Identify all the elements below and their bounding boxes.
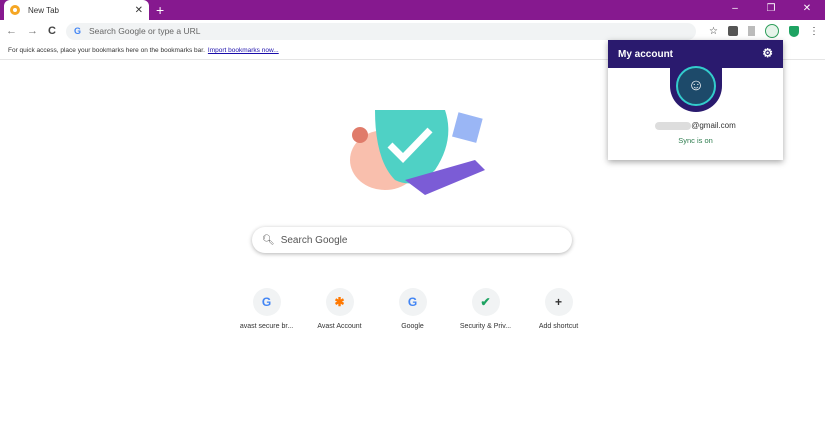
shortcut-label: Google	[401, 323, 424, 330]
bookmarks-hint: For quick access, place your bookmarks h…	[8, 47, 205, 54]
shortcut-security-privacy[interactable]: ✔ Security & Priv...	[449, 288, 522, 330]
search-placeholder: Search Google	[280, 234, 348, 246]
extension-shield-icon[interactable]	[728, 26, 738, 36]
avast-icon: ✱	[325, 288, 354, 316]
account-icon[interactable]	[765, 24, 779, 38]
user-icon: ☺	[676, 66, 716, 106]
google-icon: G	[252, 288, 281, 316]
google-icon: G	[73, 26, 81, 36]
reload-button[interactable]: C	[48, 25, 56, 37]
tab-close-button[interactable]: ✕	[135, 5, 143, 16]
hero-illustration	[350, 110, 485, 195]
close-window-button[interactable]: ✕	[789, 0, 825, 18]
shortcut-google[interactable]: G Google	[376, 288, 449, 330]
account-popup: My account ⚙ ☺ @gmail.com Sync is on	[608, 40, 783, 160]
shortcut-label: Avast Account	[317, 323, 362, 330]
email-suffix: @gmail.com	[691, 121, 736, 130]
redacted-username	[655, 121, 692, 130]
bookmark-star-icon[interactable]: ☆	[709, 26, 718, 37]
shortcut-label: Add shortcut	[538, 323, 579, 330]
toolbar: ← → C G Search Google or type a URL ☆ ⋮	[0, 20, 825, 42]
minimize-button[interactable]: –	[717, 0, 753, 18]
forward-button[interactable]: →	[27, 25, 38, 37]
tab-title: New Tab	[28, 5, 59, 15]
omnibox[interactable]: G Search Google or type a URL	[65, 22, 696, 40]
search-icon: 🔍︎	[262, 234, 275, 246]
restore-button[interactable]: ❐	[753, 0, 789, 18]
sync-status: Sync is on	[678, 136, 713, 145]
omnibox-placeholder: Search Google or type a URL	[88, 26, 201, 36]
plus-icon: +	[544, 288, 573, 316]
shortcut-label: avast secure br...	[239, 323, 294, 330]
shortcut-avast-secure-browser[interactable]: Gavast secure br...	[230, 288, 303, 330]
google-icon: G	[398, 288, 427, 316]
new-tab-button[interactable]: +	[156, 2, 164, 18]
back-button[interactable]: ←	[6, 25, 17, 37]
extension-privacy-icon[interactable]	[748, 26, 755, 36]
avast-browser-icon	[10, 5, 20, 15]
add-shortcut-button[interactable]: + Add shortcut	[522, 288, 595, 330]
menu-button[interactable]: ⋮	[809, 26, 819, 37]
shortcut-label: Security & Priv...	[459, 323, 512, 330]
avast-shield-icon[interactable]	[789, 25, 799, 37]
search-box[interactable]: 🔍︎ Search Google	[252, 227, 572, 253]
shield-check-icon: ✔	[471, 288, 500, 316]
avatar[interactable]: ☺	[670, 60, 722, 112]
popup-title: My account	[618, 49, 674, 60]
gear-icon[interactable]: ⚙	[762, 46, 773, 60]
title-bar: New Tab ✕ + – ❐ ✕	[0, 0, 825, 20]
import-bookmarks-link[interactable]: Import bookmarks now...	[208, 47, 279, 54]
account-email: @gmail.com	[608, 121, 783, 130]
shortcut-avast-account[interactable]: ✱ Avast Account	[303, 288, 376, 330]
shortcuts: Gavast secure br... ✱ Avast Account G Goog…	[230, 288, 595, 330]
tab-new-tab[interactable]: New Tab ✕	[4, 0, 149, 20]
